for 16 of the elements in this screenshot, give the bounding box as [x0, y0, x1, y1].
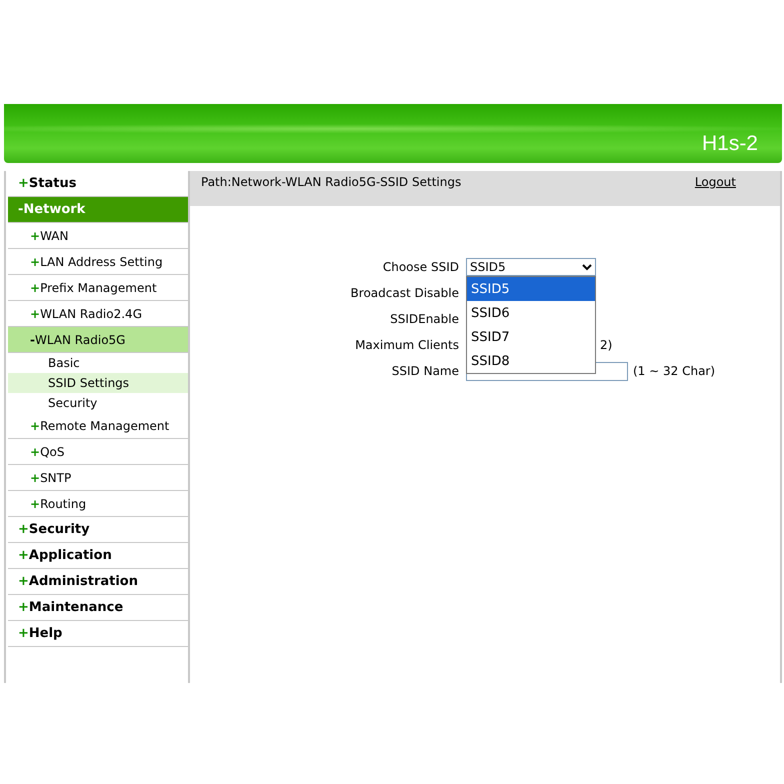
field-label: Maximum Clients	[354, 337, 459, 354]
caret-icon	[582, 264, 592, 270]
field-label: SSIDEnable	[389, 311, 459, 328]
logout-link[interactable]: Logout	[694, 175, 736, 189]
nav-item[interactable]: -WLAN Radio5G	[8, 327, 188, 353]
field-label: SSID Name	[390, 363, 459, 380]
hint-text: (1 ~ 32 Char)	[633, 364, 716, 378]
field-label: Broadcast Disable	[350, 285, 459, 302]
ssid-select[interactable]: SSID5	[466, 258, 596, 276]
dropdown-option[interactable]: SSID5	[467, 277, 595, 301]
hint-text: 2)	[600, 338, 612, 352]
nav-item[interactable]: -Network	[8, 197, 188, 223]
device-model: H1s-2	[702, 132, 759, 157]
field-label: Choose SSID	[382, 259, 459, 276]
breadcrumb-path: Path:Network-WLAN Radio5G-SSID Settings	[201, 175, 462, 191]
nav-item[interactable]: SSID Settings	[8, 373, 188, 393]
